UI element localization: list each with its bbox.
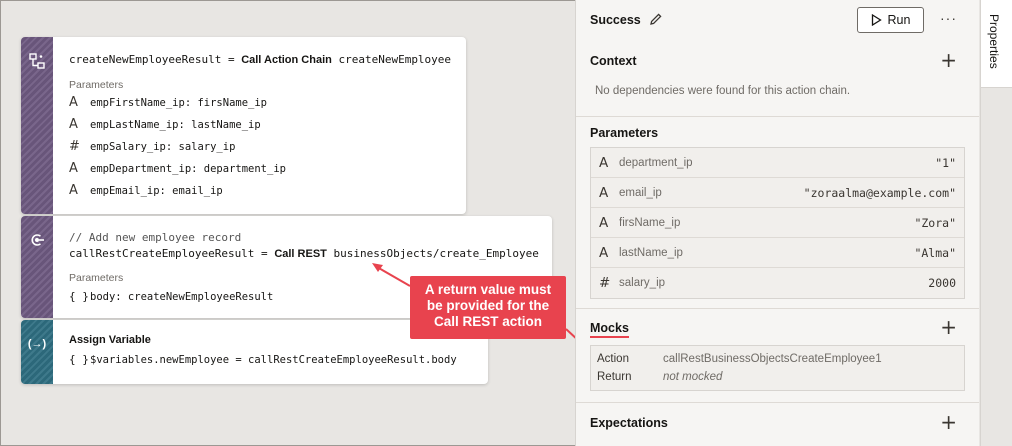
parameter-name: lastName_ip (619, 246, 683, 259)
play-icon (871, 14, 882, 26)
parameter-row[interactable]: # salary_ip 2000 (591, 268, 964, 298)
parameter-row[interactable]: A firsName_ip "Zora" (591, 208, 964, 238)
properties-tab-label: Properties (987, 14, 1001, 69)
parameter-row[interactable]: A email_ip "zoraalma@example.com" (591, 178, 964, 208)
string-type-icon: A (599, 154, 609, 171)
add-context-button[interactable]: + (940, 50, 957, 70)
more-options-button[interactable]: ··· (940, 10, 957, 26)
add-mock-button[interactable]: + (940, 317, 957, 337)
section-divider (576, 402, 979, 403)
mock-return-value: not mocked (663, 371, 723, 383)
properties-tab[interactable]: Properties (981, 0, 1012, 88)
string-type-icon: A (599, 184, 609, 201)
run-button[interactable]: Run (857, 7, 924, 33)
run-label: Run (887, 13, 911, 27)
context-message: No dependencies were found for this acti… (595, 85, 851, 97)
side-tab-bar: Properties (980, 0, 1012, 446)
mock-action-label: Action (597, 353, 629, 365)
parameter-name: firsName_ip (619, 216, 681, 229)
action-chain-canvas: createNewEmployeeResult = Call Action Ch… (0, 0, 576, 446)
edit-pencil-icon[interactable] (649, 12, 663, 26)
mock-return-label: Return (597, 371, 632, 383)
parameter-row[interactable]: A lastName_ip "Alma" (591, 238, 964, 268)
parameter-value: 2000 (928, 276, 956, 290)
parameters-table: A department_ip "1" A email_ip "zoraalma… (590, 147, 965, 299)
parameters-title: Parameters (590, 126, 659, 140)
mock-action-value: callRestBusinessObjectsCreateEmployee1 (663, 353, 882, 365)
properties-panel: Success Run ··· Context + No dependencie… (575, 0, 979, 446)
context-title: Context (590, 54, 637, 68)
parameter-name: salary_ip (619, 277, 666, 289)
number-type-icon: # (599, 275, 611, 291)
section-divider (576, 308, 979, 309)
mocks-title: Mocks (590, 321, 629, 338)
parameter-value: "1" (935, 155, 956, 170)
mock-entry[interactable]: Action callRestBusinessObjectsCreateEmpl… (590, 345, 965, 391)
expectations-title: Expectations (590, 416, 668, 430)
string-type-icon: A (599, 244, 609, 261)
panel-title: Success (590, 13, 641, 27)
parameter-name: department_ip (619, 156, 693, 169)
parameter-value: "Alma" (914, 245, 956, 260)
parameter-value: "zoraalma@example.com" (803, 185, 956, 200)
parameter-value: "Zora" (914, 215, 956, 230)
parameter-name: email_ip (619, 186, 662, 199)
add-expectation-button[interactable]: + (940, 412, 957, 432)
string-type-icon: A (599, 214, 609, 231)
parameter-row[interactable]: A department_ip "1" (591, 148, 964, 178)
callout-arrows (372, 263, 576, 340)
callout-arrow-to-call-rest (376, 266, 411, 287)
section-divider (576, 116, 979, 117)
